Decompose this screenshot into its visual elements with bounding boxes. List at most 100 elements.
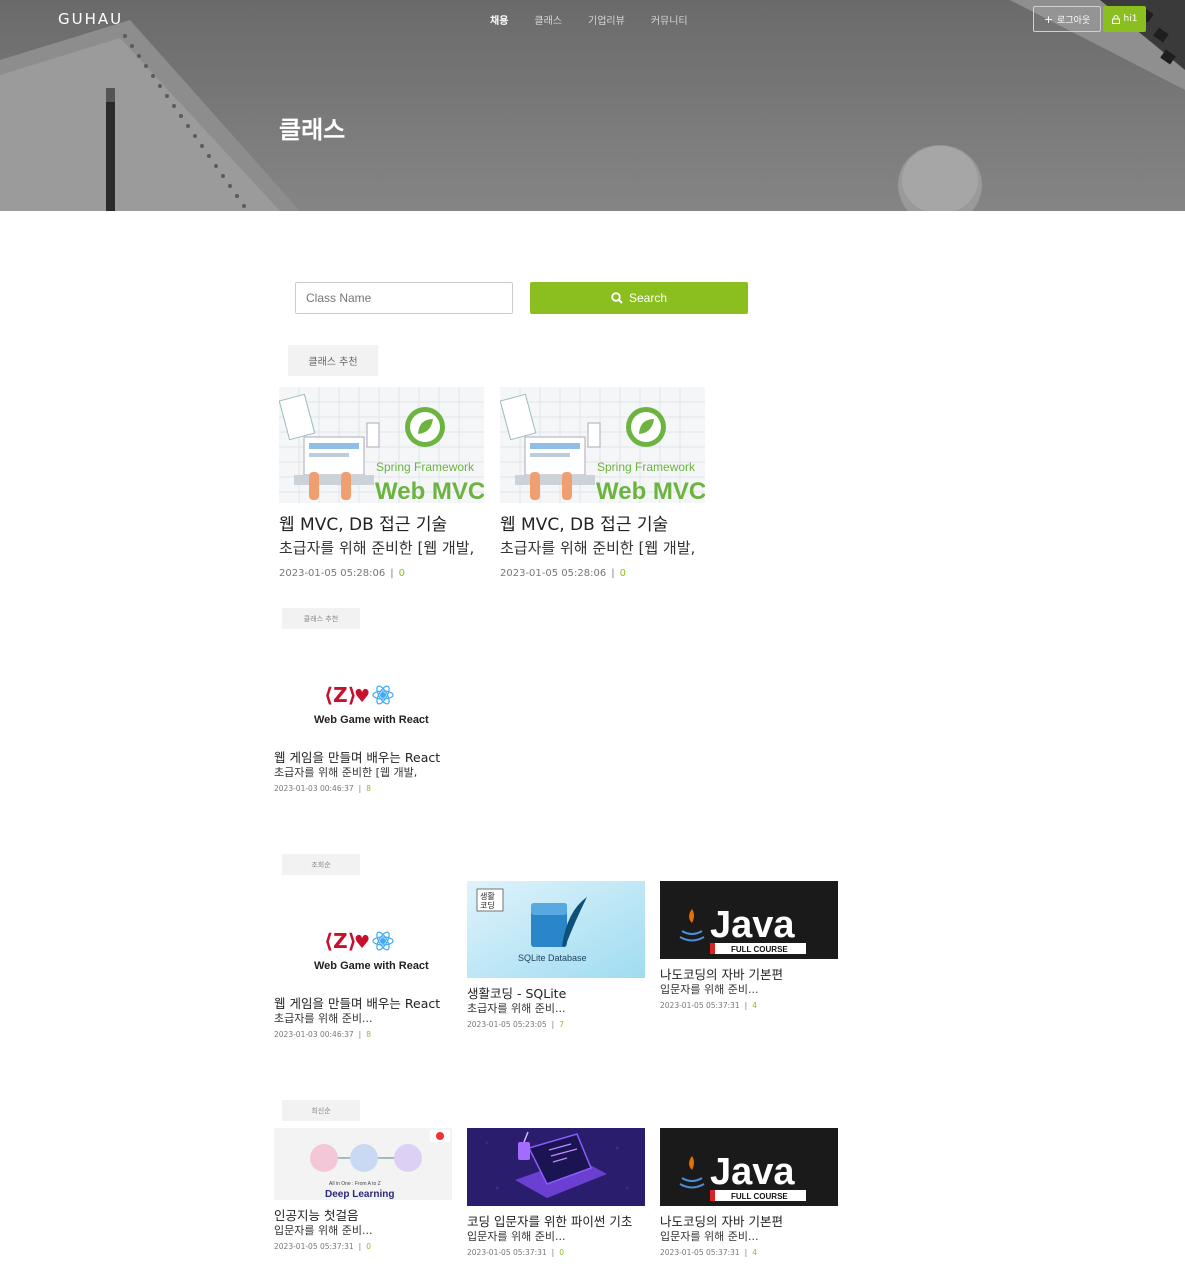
- class-meta: 2023-01-05 05:37:31 | 4: [660, 1000, 757, 1010]
- class-thumbnail: Spring Framework Web MVC: [279, 387, 484, 503]
- brand-logo[interactable]: GUHAU: [58, 10, 123, 28]
- user-label: hi1: [1123, 14, 1138, 24]
- section-tag-recommended-2: 클래스 추천: [282, 608, 360, 629]
- svg-text:Java: Java: [710, 904, 795, 946]
- page-title: 클래스: [279, 116, 346, 144]
- class-card[interactable]: Spring Framework Web MVC 웹 MVC, DB 접근 기술…: [500, 387, 705, 579]
- class-title[interactable]: 웹 MVC, DB 접근 기술: [279, 515, 484, 535]
- class-meta: 2023-01-05 05:37:31 | 4: [660, 1247, 757, 1257]
- class-view-count: 0: [366, 1241, 371, 1251]
- class-view-count: 7: [559, 1019, 564, 1029]
- class-view-count: 0: [559, 1247, 564, 1257]
- class-description: 초급자를 위해 준비...: [274, 1012, 373, 1025]
- class-thumbnail: Java FULL COURSE: [660, 1128, 838, 1206]
- search-button-label: Search: [628, 291, 668, 305]
- main-nav: 채용 클래스 기업리뷰 커뮤니티: [490, 12, 688, 27]
- class-thumbnail: ⟨Z⟩ ♥ Web Game with React: [274, 652, 452, 742]
- class-description: 초급자를 위해 준비한 [웹 개발,: [279, 539, 475, 558]
- class-card[interactable]: 코딩 입문자를 위한 파이썬 기초 입문자를 위해 준비... 2023-01-…: [467, 1128, 645, 1257]
- svg-text:Web Game with React: Web Game with React: [314, 960, 429, 972]
- class-title[interactable]: 인공지능 첫걸음: [274, 1208, 452, 1223]
- class-view-count: 0: [398, 568, 405, 580]
- plus-icon: +: [1043, 12, 1054, 26]
- svg-text:Spring Framework: Spring Framework: [597, 460, 696, 474]
- class-date: 2023-01-03 00:46:37: [274, 783, 354, 793]
- class-meta: 2023-01-05 05:23:05 | 7: [467, 1019, 564, 1029]
- logout-label: 로그아웃: [1057, 15, 1091, 26]
- class-title[interactable]: 코딩 입문자를 위한 파이썬 기초: [467, 1214, 645, 1229]
- nav-item-classes[interactable]: 클래스: [534, 12, 562, 27]
- class-thumbnail: [467, 1128, 645, 1206]
- class-card[interactable]: Java FULL COURSE 나도코딩의 자바 기본편 입문자를 위해 준비…: [660, 881, 838, 1010]
- class-card[interactable]: 생활 코딩 SQLite Database 생활코딩 - SQLite 초급자를…: [467, 881, 645, 1029]
- class-card[interactable]: Java FULL COURSE 나도코딩의 자바 기본편 입문자를 위해 준비…: [660, 1128, 838, 1257]
- class-date: 2023-01-03 00:46:37: [274, 1029, 354, 1039]
- class-title[interactable]: 웹 MVC, DB 접근 기술: [500, 515, 705, 535]
- class-meta: 2023-01-05 05:28:06 | 0: [279, 568, 405, 580]
- class-title[interactable]: 나도코딩의 자바 기본편: [660, 967, 838, 982]
- hero-banner: GUHAU 채용 클래스 기업리뷰 커뮤니티 + 로그아웃 hi1 클래스: [0, 0, 1185, 211]
- class-card[interactable]: All in One : From A to Z Deep Learning 인…: [274, 1128, 452, 1251]
- class-view-count: 8: [366, 783, 371, 793]
- svg-text:SQLite Database: SQLite Database: [518, 953, 587, 963]
- nav-item-jobs[interactable]: 채용: [490, 12, 508, 27]
- class-description: 입문자를 위해 준비...: [660, 1230, 759, 1243]
- class-description: 입문자를 위해 준비...: [467, 1230, 566, 1243]
- class-card[interactable]: ⟨Z⟩ ♥ Web Game with React 웹 게임을 만들며 배우는 …: [274, 652, 452, 793]
- svg-text:♥: ♥: [354, 686, 370, 707]
- logout-button[interactable]: + 로그아웃: [1033, 6, 1101, 32]
- class-meta: 2023-01-05 05:37:31 | 0: [274, 1241, 371, 1251]
- class-view-count: 0: [619, 568, 626, 580]
- class-date: 2023-01-05 05:37:31: [467, 1247, 547, 1257]
- class-title[interactable]: 생활코딩 - SQLite: [467, 986, 645, 1001]
- class-title[interactable]: 웹 게임을 만들며 배우는 React: [274, 750, 452, 765]
- lock-icon: [1111, 14, 1120, 24]
- svg-text:Java: Java: [710, 1151, 795, 1193]
- search-icon: [611, 292, 623, 304]
- svg-text:코딩: 코딩: [480, 900, 495, 910]
- section-tag-recommended: 클래스 추천: [288, 345, 378, 376]
- class-card[interactable]: Spring Framework Web MVC 웹 MVC, DB 접근 기술…: [279, 387, 484, 579]
- class-date: 2023-01-05 05:28:06: [279, 568, 386, 580]
- class-title[interactable]: 웹 게임을 만들며 배우는 React: [274, 996, 452, 1011]
- search-button[interactable]: Search: [530, 282, 748, 314]
- svg-text:Web MVC: Web MVC: [596, 478, 705, 503]
- class-view-count: 8: [366, 1029, 371, 1039]
- user-button[interactable]: hi1: [1103, 6, 1146, 32]
- class-view-count: 4: [752, 1000, 757, 1010]
- svg-text:Spring Framework: Spring Framework: [376, 460, 475, 474]
- class-description: 초급자를 위해 준비...: [467, 1002, 566, 1015]
- class-card[interactable]: ⟨Z⟩ ♥ Web Game with React 웹 게임을 만들며 배우는 …: [274, 898, 452, 1039]
- class-meta: 2023-01-03 00:46:37 | 8: [274, 783, 371, 793]
- class-description: 입문자를 위해 준비...: [660, 983, 759, 996]
- class-meta: 2023-01-05 05:37:31 | 0: [467, 1247, 564, 1257]
- svg-text:FULL COURSE: FULL COURSE: [731, 945, 788, 954]
- svg-text:Deep Learning: Deep Learning: [325, 1189, 394, 1200]
- nav-item-community[interactable]: 커뮤니티: [651, 12, 688, 27]
- class-date: 2023-01-05 05:23:05: [467, 1019, 547, 1029]
- svg-text:Web MVC: Web MVC: [375, 478, 484, 503]
- class-view-count: 4: [752, 1247, 757, 1257]
- class-description: 초급자를 위해 준비한 [웹 개발,: [274, 766, 418, 779]
- svg-text:생활: 생활: [480, 891, 495, 901]
- svg-text:♥: ♥: [354, 932, 370, 953]
- class-date: 2023-01-05 05:37:31: [660, 1000, 740, 1010]
- class-thumbnail: Java FULL COURSE: [660, 881, 838, 959]
- class-name-search-input[interactable]: [295, 282, 513, 314]
- class-thumbnail: 생활 코딩 SQLite Database: [467, 881, 645, 978]
- class-thumbnail: All in One : From A to Z Deep Learning: [274, 1128, 452, 1200]
- svg-text:All in One : From A to Z: All in One : From A to Z: [329, 1181, 381, 1187]
- class-date: 2023-01-05 05:28:06: [500, 568, 607, 580]
- class-description: 입문자를 위해 준비...: [274, 1224, 373, 1237]
- svg-text:FULL COURSE: FULL COURSE: [731, 1192, 788, 1201]
- section-tag-most-viewed: 조회순: [282, 854, 360, 875]
- section-tag-latest: 최신순: [282, 1100, 360, 1121]
- svg-text:⟨Z⟩: ⟨Z⟩: [324, 683, 357, 707]
- class-date: 2023-01-05 05:37:31: [274, 1241, 354, 1251]
- svg-text:Web Game with React: Web Game with React: [314, 714, 429, 726]
- class-thumbnail: ⟨Z⟩ ♥ Web Game with React: [274, 898, 452, 988]
- class-title[interactable]: 나도코딩의 자바 기본편: [660, 1214, 838, 1229]
- nav-item-company-reviews[interactable]: 기업리뷰: [588, 12, 625, 27]
- class-meta: 2023-01-03 00:46:37 | 8: [274, 1029, 371, 1039]
- class-thumbnail: Spring Framework Web MVC: [500, 387, 705, 503]
